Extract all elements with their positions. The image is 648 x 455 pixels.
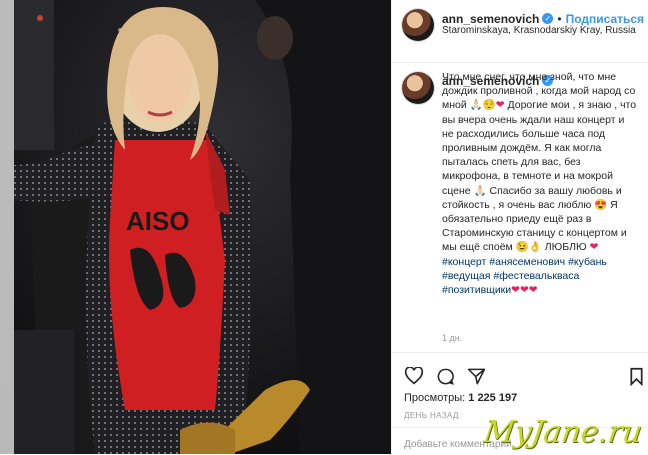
views-count: 1 225 197 (468, 392, 518, 404)
post-video[interactable]: AISO (0, 0, 391, 454)
comment-time: 1 дн. (442, 333, 463, 343)
post-date: ДЕНЬ НАЗАД (404, 411, 459, 420)
verified-badge-icon: ✓ (542, 13, 554, 25)
heart-emoji: ❤❤❤ (511, 284, 538, 297)
caption-text: ЛЮБЛЮ (541, 241, 590, 254)
views-line: Просмотры: 1 225 197 (404, 392, 517, 404)
shirt-print: AISO (126, 206, 190, 236)
hashtag-link[interactable]: #кубань (568, 256, 607, 268)
hashtag-link[interactable]: #позитивщики (442, 284, 511, 296)
follow-button[interactable]: Подписаться (566, 12, 644, 26)
hashtag-link[interactable]: #ведущая (442, 270, 490, 282)
watermark-logo: MyJane.ru (481, 415, 645, 450)
views-label: Просмотры: (404, 392, 466, 404)
hashtag-link[interactable]: #анясеменович (489, 256, 565, 268)
video-frame: AISO (0, 0, 391, 454)
post-header: ann_semenovich ✓ • Подписаться Starominskay… (392, 0, 648, 63)
username-link[interactable]: ann_semenovich (442, 12, 539, 26)
emoji: 🙏🏻😌 (469, 99, 496, 112)
save-bookmark-icon[interactable] (629, 367, 644, 386)
emoji: 🙏🏻 (473, 184, 487, 197)
heart-emoji: ❤ (589, 241, 599, 254)
emoji: 😉👌 (515, 241, 542, 254)
post-caption: Что мне снег, что мне зной, что мне дожд… (442, 70, 638, 297)
share-paper-plane-icon[interactable] (467, 367, 486, 386)
comment-bubble-icon[interactable] (436, 367, 455, 386)
caption-text: Дорогие мои , я знаю , что вы вчера очен… (442, 99, 637, 197)
location-link[interactable]: Starominskaya, Krasnodarskiy Kray, Russi… (442, 25, 636, 36)
hashtag-link[interactable]: #концерт (442, 256, 486, 268)
hashtag-link[interactable]: #фестевалькваса (493, 270, 579, 282)
caption-avatar[interactable] (402, 72, 434, 104)
post-sidebar: ann_semenovich ✓ • Подписаться Starominskay… (391, 0, 648, 454)
like-heart-icon[interactable] (404, 367, 424, 385)
separator-dot: • (557, 12, 562, 26)
avatar[interactable] (402, 9, 434, 41)
emoji: 😍 (594, 198, 608, 211)
heart-emoji: ❤ (495, 99, 505, 112)
